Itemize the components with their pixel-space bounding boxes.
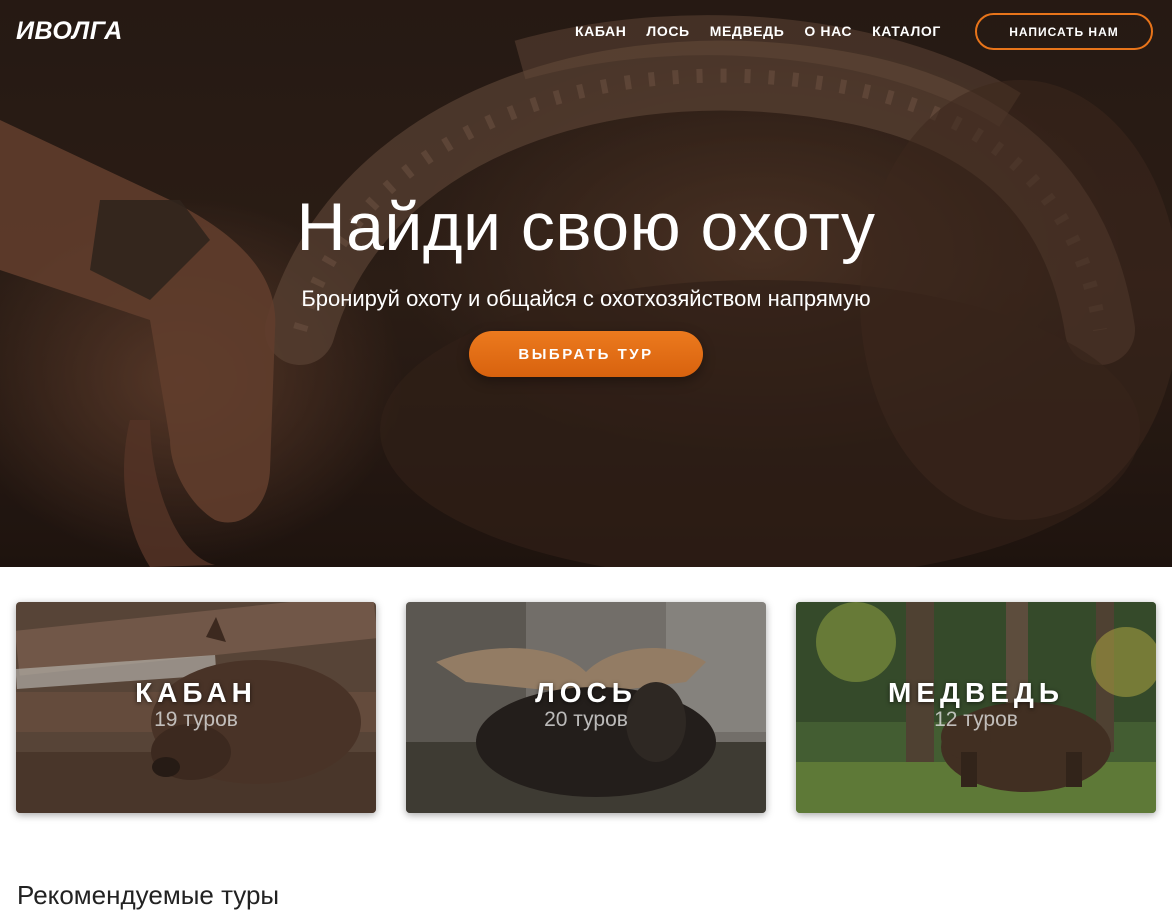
hero-overlay bbox=[0, 0, 1172, 567]
site-logo[interactable]: ИВОЛГА bbox=[16, 17, 123, 46]
nav-link-bear[interactable]: МЕДВЕДЬ bbox=[710, 23, 785, 39]
recommended-tours-heading: Рекомендуемые туры bbox=[17, 880, 280, 910]
category-title: ЛОСЬ bbox=[535, 677, 637, 708]
contact-us-button[interactable]: НАПИСАТЬ НАМ bbox=[975, 13, 1153, 50]
category-card-bear[interactable]: МЕДВЕДЬ 12 туров bbox=[796, 602, 1156, 813]
category-title: МЕДВЕДЬ bbox=[888, 677, 1064, 708]
category-tour-count: 19 туров bbox=[154, 708, 238, 731]
top-navigation: ИВОЛГА КАБАН ЛОСЬ МЕДВЕДЬ О НАС КАТАЛОГ … bbox=[0, 0, 1172, 64]
category-tour-count: 12 туров bbox=[934, 708, 1018, 731]
category-title: КАБАН bbox=[135, 677, 257, 708]
nav-link-boar[interactable]: КАБАН bbox=[575, 23, 626, 39]
choose-tour-button[interactable]: ВЫБРАТЬ ТУР bbox=[469, 331, 703, 377]
category-card-boar[interactable]: КАБАН 19 туров bbox=[16, 602, 376, 813]
hero-section: ИВОЛГА КАБАН ЛОСЬ МЕДВЕДЬ О НАС КАТАЛОГ … bbox=[0, 0, 1172, 567]
category-tour-count: 20 туров bbox=[544, 708, 628, 731]
hero-subtitle: Бронируй охоту и общайся с охотхозяйство… bbox=[301, 286, 871, 311]
hero-title: Найди свою охоту bbox=[296, 189, 876, 265]
nav-link-moose[interactable]: ЛОСЬ bbox=[646, 23, 689, 39]
category-card-moose[interactable]: ЛОСЬ 20 туров bbox=[406, 602, 766, 813]
nav-link-catalog[interactable]: КАТАЛОГ bbox=[872, 23, 941, 39]
nav-link-about[interactable]: О НАС bbox=[804, 23, 852, 39]
nav-links: КАБАН ЛОСЬ МЕДВЕДЬ О НАС КАТАЛОГ bbox=[575, 23, 961, 39]
